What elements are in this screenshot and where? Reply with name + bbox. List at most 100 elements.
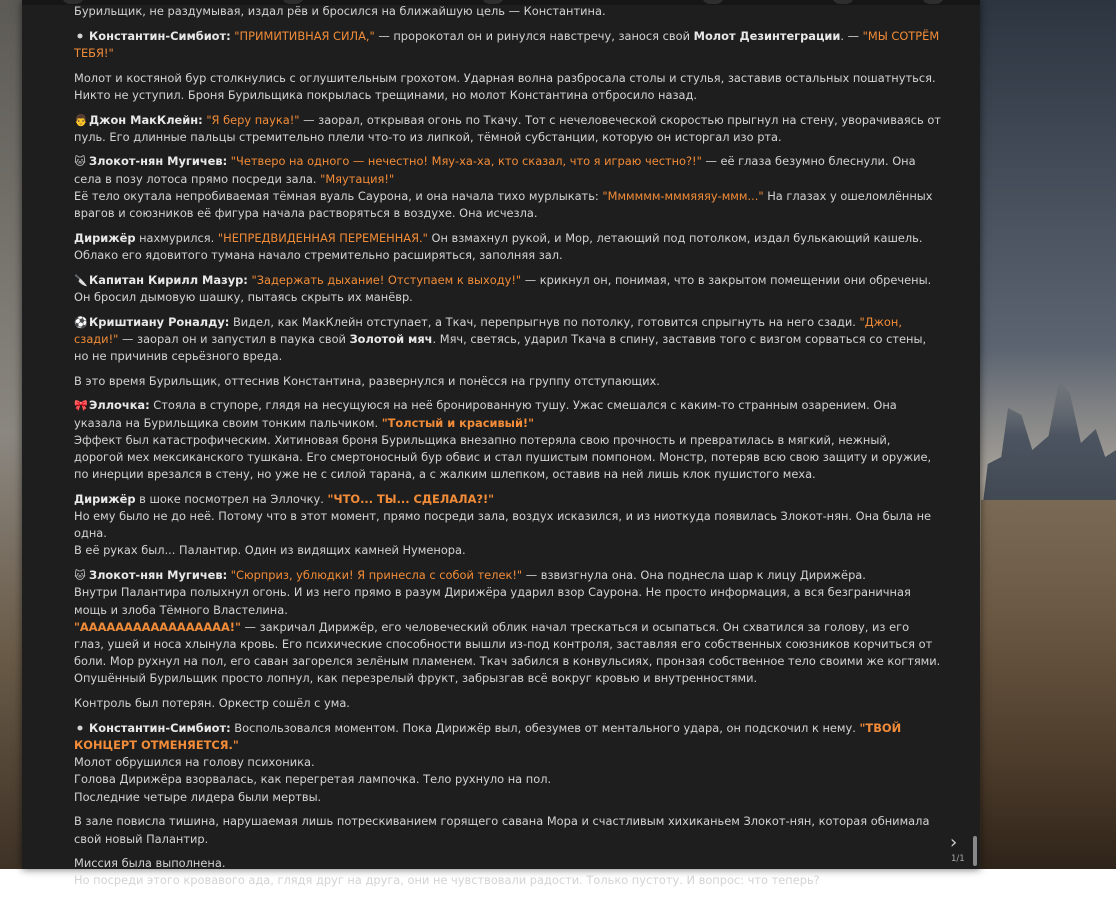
text-run: Миссия была выполнена. bbox=[74, 856, 226, 871]
character-emoji-icon: 🔪 bbox=[74, 273, 88, 287]
scrollbar[interactable] bbox=[973, 836, 977, 866]
text-run: Бурильщик, не раздумывая, издал рёв и бр… bbox=[74, 4, 606, 18]
text-run: Молот обрушился на голову психоника. bbox=[74, 755, 315, 770]
paragraph-line: ⚽Криштиану Роналду: Видел, как МакКлейн … bbox=[74, 314, 942, 366]
paragraph-line: Но посреди этого кровавого ада, глядя др… bbox=[74, 872, 942, 889]
dialogue-quote: "Мммммм-мммяяяу-ммм..." bbox=[602, 188, 764, 203]
message-paragraph: ⚫ Константин-Симбиот: "ПРИМИТИВНАЯ СИЛА,"… bbox=[74, 28, 942, 62]
message-paragraph: 🐱 Злокот-нян Мугичев: "Четверо на одного … bbox=[74, 153, 942, 222]
emphasis-text: Молот Дезинтеграции bbox=[693, 28, 841, 43]
paragraph-line: Последние четыре лидера были мертвы. bbox=[74, 789, 942, 806]
character-emoji-icon: 👨 bbox=[74, 113, 88, 127]
paragraph-line: В это время Бурильщик, оттеснив Констант… bbox=[74, 373, 942, 390]
speaker-name: Дирижёр bbox=[74, 230, 136, 245]
paragraph-line: 🐱 Злокот-нян Мугичев: "Четверо на одного … bbox=[74, 153, 942, 187]
message-paragraph: Дирижёр нахмурился. "НЕПРЕДВИДЕННАЯ ПЕРЕ… bbox=[74, 230, 942, 264]
text-run: Молот и костяной бур столкнулись с оглуш… bbox=[74, 70, 936, 102]
text-run: в шоке посмотрел на Эллочку. bbox=[135, 491, 328, 506]
paragraph-line: Миссия была выполнена. bbox=[74, 855, 942, 872]
text-run: Контроль был потерян. Оркестр сошёл с ум… bbox=[74, 696, 350, 711]
paragraph-line: Эффект был катастрофическим. Хитиновая б… bbox=[74, 432, 942, 484]
paragraph-line: Внутри Палантира полыхнул огонь. И из не… bbox=[74, 584, 942, 618]
text-run: Но посреди этого кровавого ада, глядя др… bbox=[74, 873, 820, 888]
message-paragraph: Молот и костяной бур столкнулись с оглуш… bbox=[74, 70, 942, 104]
message-paragraph: Дирижёр в шоке посмотрел на Эллочку. "ЧТ… bbox=[74, 491, 942, 560]
speaker-name: Злокот-нян Мугичев: bbox=[89, 154, 228, 169]
speaker-name: Константин-Симбиот: bbox=[89, 28, 231, 43]
text-run: Видел, как МакКлейн отступает, а Ткач, п… bbox=[229, 314, 860, 329]
paragraph-line: 🎀Эллочка: Стояла в ступоре, глядя на нес… bbox=[74, 397, 942, 431]
dialogue-quote: "Я беру паука!" bbox=[206, 112, 300, 127]
paragraph-line: Молот и костяной бур столкнулись с оглуш… bbox=[74, 70, 942, 104]
paragraph-line: Бурильщик, не раздумывая, издал рёв и бр… bbox=[74, 3, 942, 20]
paragraph-line: 👨Джон МакКлейн: "Я беру паука!" — заорал… bbox=[74, 112, 942, 146]
message-paragraph: ⚽Криштиану Роналду: Видел, как МакКлейн … bbox=[74, 314, 942, 366]
paragraph-line: ⚫ Константин-Симбиот: Воспользовался моме… bbox=[74, 720, 942, 754]
character-emoji-icon: 🐱 bbox=[74, 155, 86, 169]
background-ground bbox=[981, 500, 1116, 869]
message-paragraph: В это время Бурильщик, оттеснив Констант… bbox=[74, 373, 942, 390]
paragraph-line: В зале повисла тишина, нарушаемая лишь п… bbox=[74, 813, 942, 847]
text-run: Её тело окутала непробиваемая тёмная вуа… bbox=[74, 188, 603, 203]
text-run: — заорал он и запустил в паука свой bbox=[118, 331, 350, 346]
speaker-name: Джон МакКлейн: bbox=[89, 112, 203, 127]
speaker-name: Капитан Кирилл Мазур: bbox=[89, 272, 248, 287]
paragraph-line: 🐱 Злокот-нян Мугичев: "Сюрприз, ублюдки! … bbox=[74, 567, 942, 584]
dialogue-quote: "ЧТО... ТЫ... СДЕЛАЛА?!" bbox=[327, 491, 495, 506]
speaker-name: Константин-Симбиот: bbox=[89, 720, 231, 735]
text-run: В зале повисла тишина, нарушаемая лишь п… bbox=[74, 814, 930, 846]
paragraph-line: ⚫ Константин-Симбиот: "ПРИМИТИВНАЯ СИЛА,"… bbox=[74, 28, 942, 62]
character-emoji-icon: ⚽ bbox=[74, 315, 88, 329]
dialogue-quote: "Мяутация!" bbox=[320, 171, 395, 186]
speaker-name: Злокот-нян Мугичев: bbox=[89, 568, 228, 583]
paragraph-line: Но ему было не до неё. Потому что в этот… bbox=[74, 508, 942, 542]
message-paragraph: 👨Джон МакКлейн: "Я беру паука!" — заорал… bbox=[74, 112, 942, 146]
character-emoji-icon: 🎀 bbox=[74, 399, 88, 413]
message-paragraph: В зале повисла тишина, нарушаемая лишь п… bbox=[74, 813, 942, 847]
text-run: Воспользовался моментом. Пока Дирижёр вы… bbox=[230, 720, 860, 735]
dialogue-quote: "Толстый и красивый!" bbox=[381, 415, 535, 430]
message-paragraph: Бурильщик, не раздумывая, издал рёв и бр… bbox=[74, 3, 942, 20]
text-run: В её руках был... Палантир. Один из видя… bbox=[74, 543, 466, 558]
message-paragraph: Контроль был потерян. Оркестр сошёл с ум… bbox=[74, 695, 942, 712]
dialogue-quote: "Сюрприз, ублюдки! Я принесла с собой те… bbox=[230, 568, 523, 583]
text-run: В это время Бурильщик, оттеснив Констант… bbox=[74, 373, 660, 388]
speaker-name: Эллочка: bbox=[89, 398, 150, 413]
character-emoji-icon: ⚫ bbox=[75, 721, 85, 735]
dialogue-quote: "ПРИМИТИВНАЯ СИЛА," bbox=[234, 28, 375, 43]
text-run: Эффект был катастрофическим. Хитиновая б… bbox=[74, 432, 932, 482]
speaker-name: Дирижёр bbox=[74, 491, 136, 506]
chevron-right-icon[interactable]: › bbox=[950, 834, 966, 852]
paragraph-line: Дирижёр нахмурился. "НЕПРЕДВИДЕННАЯ ПЕРЕ… bbox=[74, 230, 942, 264]
speaker-name: Криштиану Роналду: bbox=[89, 314, 230, 329]
text-run: Но ему было не до неё. Потому что в этот… bbox=[74, 509, 932, 541]
paragraph-line: Дирижёр в шоке посмотрел на Эллочку. "ЧТ… bbox=[74, 491, 942, 508]
text-run: . — bbox=[840, 28, 863, 43]
text-run: Последние четыре лидера были мертвы. bbox=[74, 789, 322, 804]
text-run: — взвизгнула она. Она поднесла шар к лиц… bbox=[522, 568, 866, 583]
paragraph-line: Контроль был потерян. Оркестр сошёл с ум… bbox=[74, 695, 942, 712]
message-paragraph: Миссия была выполнена. Но посреди этого к… bbox=[74, 855, 942, 889]
chat-message-panel: Бурильщик, не раздумывая, издал рёв и бр… bbox=[22, 0, 980, 887]
background-left-strip bbox=[0, 0, 22, 869]
text-run: — пророкотал он и ринулся навстречу, зан… bbox=[374, 28, 694, 43]
paragraph-line: Голова Дирижёра взорвалась, как перегрет… bbox=[74, 771, 942, 788]
paragraph-line: Молот обрушился на голову психоника. bbox=[74, 754, 942, 771]
message-paragraph: 🎀Эллочка: Стояла в ступоре, глядя на нес… bbox=[74, 397, 942, 483]
message-paragraph: ⚫ Константин-Симбиот: Воспользовался моме… bbox=[74, 720, 942, 806]
text-run: нахмурился. bbox=[135, 230, 218, 245]
swipe-counter: 1/1 bbox=[951, 854, 965, 864]
message-paragraph: 🐱 Злокот-нян Мугичев: "Сюрприз, ублюдки! … bbox=[74, 567, 942, 687]
dialogue-quote: "НЕПРЕДВИДЕННАЯ ПЕРЕМЕННАЯ." bbox=[217, 230, 428, 245]
message-paragraph: 🔪Капитан Кирилл Мазур: "Задержать дыхани… bbox=[74, 272, 942, 306]
dialogue-quote: "Задержать дыхание! Отступаем к выходу!" bbox=[251, 272, 522, 287]
text-run: Голова Дирижёра взорвалась, как перегрет… bbox=[74, 772, 552, 787]
character-emoji-icon: 🐱 bbox=[74, 569, 86, 583]
paragraph-line: В её руках был... Палантир. Один из видя… bbox=[74, 542, 942, 559]
message-text: Бурильщик, не раздумывая, издал рёв и бр… bbox=[74, 3, 942, 897]
emphasis-text: Золотой мяч bbox=[349, 331, 433, 346]
paragraph-line: Её тело окутала непробиваемая тёмная вуа… bbox=[74, 188, 942, 222]
paragraph-line: "ААААААААААААААААА!" — закричал Дирижёр,… bbox=[74, 619, 942, 688]
text-run: Внутри Палантира полыхнул огонь. И из не… bbox=[74, 585, 911, 617]
character-emoji-icon: ⚫ bbox=[75, 29, 85, 43]
